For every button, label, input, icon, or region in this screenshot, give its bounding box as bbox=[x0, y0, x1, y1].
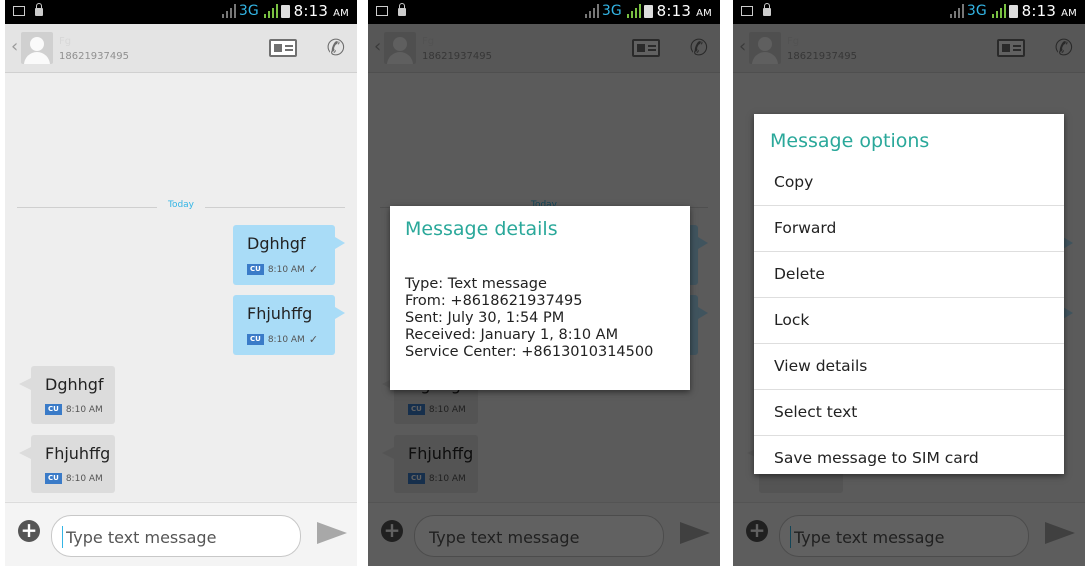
option-forward[interactable]: Forward bbox=[754, 206, 1064, 252]
delivered-check-icon: ✓ bbox=[308, 333, 319, 346]
message-bubble[interactable]: Dghhgf CU8:10 AM bbox=[19, 366, 115, 424]
back-icon[interactable]: ‹ bbox=[11, 36, 18, 57]
sim-icon bbox=[376, 5, 388, 16]
text-cursor bbox=[62, 526, 63, 548]
network-type: 3G bbox=[966, 3, 987, 19]
screen-message-details: 3G 8:13 AM ‹ Fg 18621937495 ✆ Today Dghh… bbox=[368, 0, 720, 566]
message-input[interactable] bbox=[64, 526, 288, 548]
options-list: Copy Forward Delete Lock View details Se… bbox=[754, 160, 1064, 481]
attach-plus-button[interactable]: + bbox=[18, 520, 40, 542]
action-bar: ‹ Fg 18621937495 ✆ bbox=[5, 24, 357, 73]
phone-call-button[interactable]: ✆ bbox=[327, 36, 345, 61]
status-bar: 3G 8:13 AM bbox=[5, 0, 357, 24]
details-body: Type: Text message From: +8618621937495 … bbox=[405, 276, 653, 361]
contact-number: 18621937495 bbox=[59, 51, 129, 62]
status-clock: 8:13 AM bbox=[293, 2, 349, 20]
detail-type: Type: Text message bbox=[405, 276, 547, 292]
mobile-data-icon bbox=[991, 4, 1006, 18]
dialog-title: Message options bbox=[770, 130, 930, 152]
lock-icon bbox=[398, 3, 406, 16]
screen-message-options: 3G 8:13 AM ‹ Fg 18621937495 ✆ + Message … bbox=[733, 0, 1085, 566]
battery-icon bbox=[1008, 4, 1018, 18]
detail-service-center: Service Center: +8613010314500 bbox=[405, 344, 654, 360]
battery-icon bbox=[643, 4, 653, 18]
network-type: 3G bbox=[238, 3, 259, 19]
mobile-data-icon bbox=[626, 4, 641, 18]
signal-icon bbox=[584, 4, 599, 18]
battery-icon bbox=[280, 4, 290, 18]
status-bar: 3G 8:13 AM bbox=[368, 0, 720, 24]
send-icon[interactable] bbox=[317, 522, 347, 544]
message-list[interactable]: Today Dghhgf CU8:10 AM✓ Fhjuhffg CU8:10 … bbox=[5, 73, 357, 501]
status-bar: 3G 8:13 AM bbox=[733, 0, 1085, 24]
option-save-to-sim[interactable]: Save message to SIM card bbox=[754, 436, 1064, 481]
message-field[interactable] bbox=[51, 515, 301, 557]
message-details-dialog: Message details Type: Text message From:… bbox=[390, 206, 690, 390]
detail-from: From: +8618621937495 bbox=[405, 293, 583, 309]
status-clock: 8:13 AM bbox=[656, 2, 712, 20]
detail-sent: Sent: July 30, 1:54 PM bbox=[405, 310, 565, 326]
detail-received: Received: January 1, 8:10 AM bbox=[405, 327, 619, 343]
date-separator: Today bbox=[5, 200, 357, 214]
option-select-text[interactable]: Select text bbox=[754, 390, 1064, 436]
dialog-title: Message details bbox=[405, 218, 558, 240]
signal-icon bbox=[221, 4, 236, 18]
sim-icon bbox=[13, 5, 25, 16]
lock-icon bbox=[35, 3, 43, 16]
message-bubble[interactable]: Fhjuhffg CU8:10 AM bbox=[19, 435, 115, 493]
message-bubble[interactable]: Dghhgf CU8:10 AM✓ bbox=[233, 225, 345, 285]
screen-conversation: 3G 8:13 AM ‹ Fg 18621937495 ✆ Today Dghh… bbox=[5, 0, 357, 566]
message-options-dialog: Message options Copy Forward Delete Lock… bbox=[754, 114, 1064, 474]
sim-icon bbox=[741, 5, 753, 16]
contact-avatar[interactable] bbox=[21, 32, 53, 64]
option-copy[interactable]: Copy bbox=[754, 160, 1064, 206]
message-bubble[interactable]: Fhjuhffg CU8:10 AM✓ bbox=[233, 295, 345, 355]
status-clock: 8:13 AM bbox=[1021, 2, 1077, 20]
signal-icon bbox=[949, 4, 964, 18]
composer: + bbox=[5, 502, 357, 566]
option-delete[interactable]: Delete bbox=[754, 252, 1064, 298]
contact-card-button[interactable] bbox=[269, 39, 297, 57]
lock-icon bbox=[763, 3, 771, 16]
contact-name: Fg bbox=[59, 36, 72, 47]
mobile-data-icon bbox=[263, 4, 278, 18]
network-type: 3G bbox=[601, 3, 622, 19]
option-lock[interactable]: Lock bbox=[754, 298, 1064, 344]
delivered-check-icon: ✓ bbox=[308, 263, 319, 276]
option-view-details[interactable]: View details bbox=[754, 344, 1064, 390]
